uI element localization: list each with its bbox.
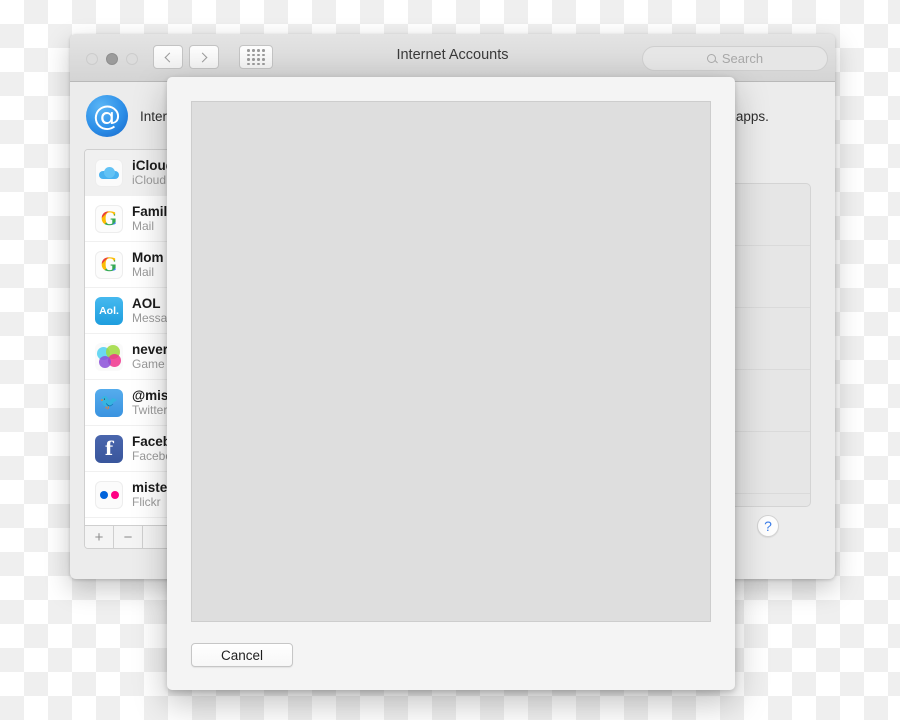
at-sign-icon: @ <box>86 95 128 137</box>
aol-icon: Aol. <box>95 296 123 325</box>
search-field[interactable]: Search <box>642 46 828 71</box>
account-service: Mail <box>132 265 155 279</box>
account-name: Mom <box>132 250 164 265</box>
facebook-icon: f <box>95 434 123 463</box>
gamecenter-icon <box>95 342 123 371</box>
twitter-icon: 🐦 <box>95 388 123 417</box>
add-account-button[interactable]: + <box>85 526 114 548</box>
flickr-icon <box>95 480 123 509</box>
search-icon <box>706 54 716 63</box>
help-button[interactable]: ? <box>757 515 779 537</box>
google-icon: G <box>95 250 123 279</box>
icloud-icon <box>95 158 123 187</box>
cancel-button[interactable]: Cancel <box>191 643 293 667</box>
search-placeholder: Search <box>721 51 764 66</box>
remove-account-button[interactable]: − <box>114 526 143 548</box>
window-titlebar: Internet Accounts Search <box>70 34 835 82</box>
screenshot-root: Internet Accounts Search @ Internet Acco… <box>0 0 900 720</box>
sheet-content-area[interactable] <box>191 101 711 622</box>
modal-sheet: Cancel <box>167 77 735 690</box>
google-icon: G <box>95 204 123 233</box>
